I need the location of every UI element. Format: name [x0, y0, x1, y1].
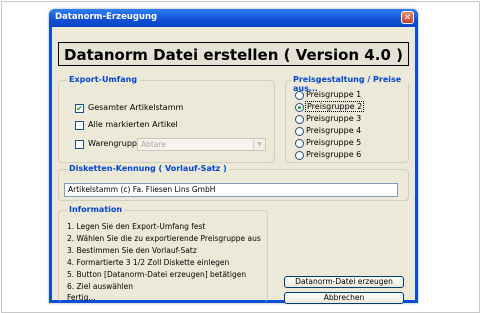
radio-label-preisgruppe-6: Preisgruppe 6 [306, 150, 362, 159]
info-finished: Fertig... [67, 293, 96, 302]
radio-label-preisgruppe-2: Preisgruppe 2 [305, 101, 365, 112]
chevron-down-icon[interactable]: ▼ [253, 139, 265, 150]
radio-preisgruppe-2[interactable] [295, 103, 304, 112]
checkbox-label-warengruppe: Warengruppe [88, 139, 142, 148]
page-title: Datanorm Datei erstellen ( Version 4.0 ) [58, 42, 409, 66]
information-group: Information 1. Legen Sie den Export-Umfa… [58, 205, 268, 302]
diskette-label-legend: Disketten-Kennung ( Vorlauf-Satz ) [67, 164, 229, 173]
radio-preisgruppe-4[interactable] [295, 127, 304, 136]
pricing-group: Preisgestaltung / Preise aus... Preisgru… [285, 75, 409, 163]
checkbox-markierte-artikel[interactable] [75, 121, 84, 130]
radio-preisgruppe-1[interactable] [295, 91, 304, 100]
radio-label-preisgruppe-3: Preisgruppe 3 [306, 114, 362, 123]
close-icon[interactable]: ✕ [401, 11, 414, 24]
export-scope-group: Export-Umfang ✔ Gesamter Artikelstamm Al… [58, 75, 275, 163]
radio-preisgruppe-5[interactable] [295, 139, 304, 148]
window-title: Datanorm-Erzeugung [55, 12, 158, 22]
diskette-label-group: Disketten-Kennung ( Vorlauf-Satz ) Artik… [58, 164, 409, 201]
radio-label-preisgruppe-5: Preisgruppe 5 [306, 138, 362, 147]
info-step-1: 1. Legen Sie den Export-Umfang fest [67, 222, 206, 231]
title-bar[interactable]: Datanorm-Erzeugung ✕ [49, 9, 418, 27]
vorlauf-satz-input[interactable]: Artikelstamm (c) Fa. Fliesen Lins GmbH [64, 183, 398, 197]
dialog-client-area: Datanorm Datei erstellen ( Version 4.0 )… [52, 27, 415, 304]
warengruppe-select[interactable]: Abtare ▼ [137, 138, 266, 151]
checkbox-gesamter-artikelstamm[interactable]: ✔ [75, 104, 84, 113]
radio-preisgruppe-3[interactable] [295, 115, 304, 124]
checkbox-label-gesamter-artikelstamm: Gesamter Artikelstamm [88, 103, 184, 112]
create-datanorm-button[interactable]: Datanorm-Datei erzeugen [284, 276, 404, 288]
export-scope-legend: Export-Umfang [67, 75, 140, 84]
info-step-2: 2. Wählen Sie die zu exportierende Preis… [67, 234, 261, 243]
radio-label-preisgruppe-1: Preisgruppe 1 [306, 90, 362, 99]
info-step-4: 4. Formartierte 3 1/2 Zoll Diskette einl… [67, 258, 230, 267]
checkbox-warengruppe[interactable] [75, 140, 84, 149]
cancel-button[interactable]: Abbrechen [284, 292, 404, 304]
info-step-3: 3. Bestimmen Sie den Vorlauf-Satz [67, 246, 197, 255]
radio-preisgruppe-6[interactable] [295, 151, 304, 160]
warengruppe-select-value: Abtare [141, 140, 166, 149]
checkbox-label-markierte-artikel: Alle markierten Artikel [88, 120, 178, 129]
dialog-window: Datanorm-Erzeugung ✕ Datanorm Datei erst… [49, 9, 418, 304]
info-step-6: 6. Ziel auswählen [67, 282, 134, 291]
info-step-5: 5. Button [Datanorm-Datei erzeugen] betä… [67, 270, 247, 279]
radio-label-preisgruppe-4: Preisgruppe 4 [306, 126, 362, 135]
information-legend: Information [67, 205, 125, 214]
